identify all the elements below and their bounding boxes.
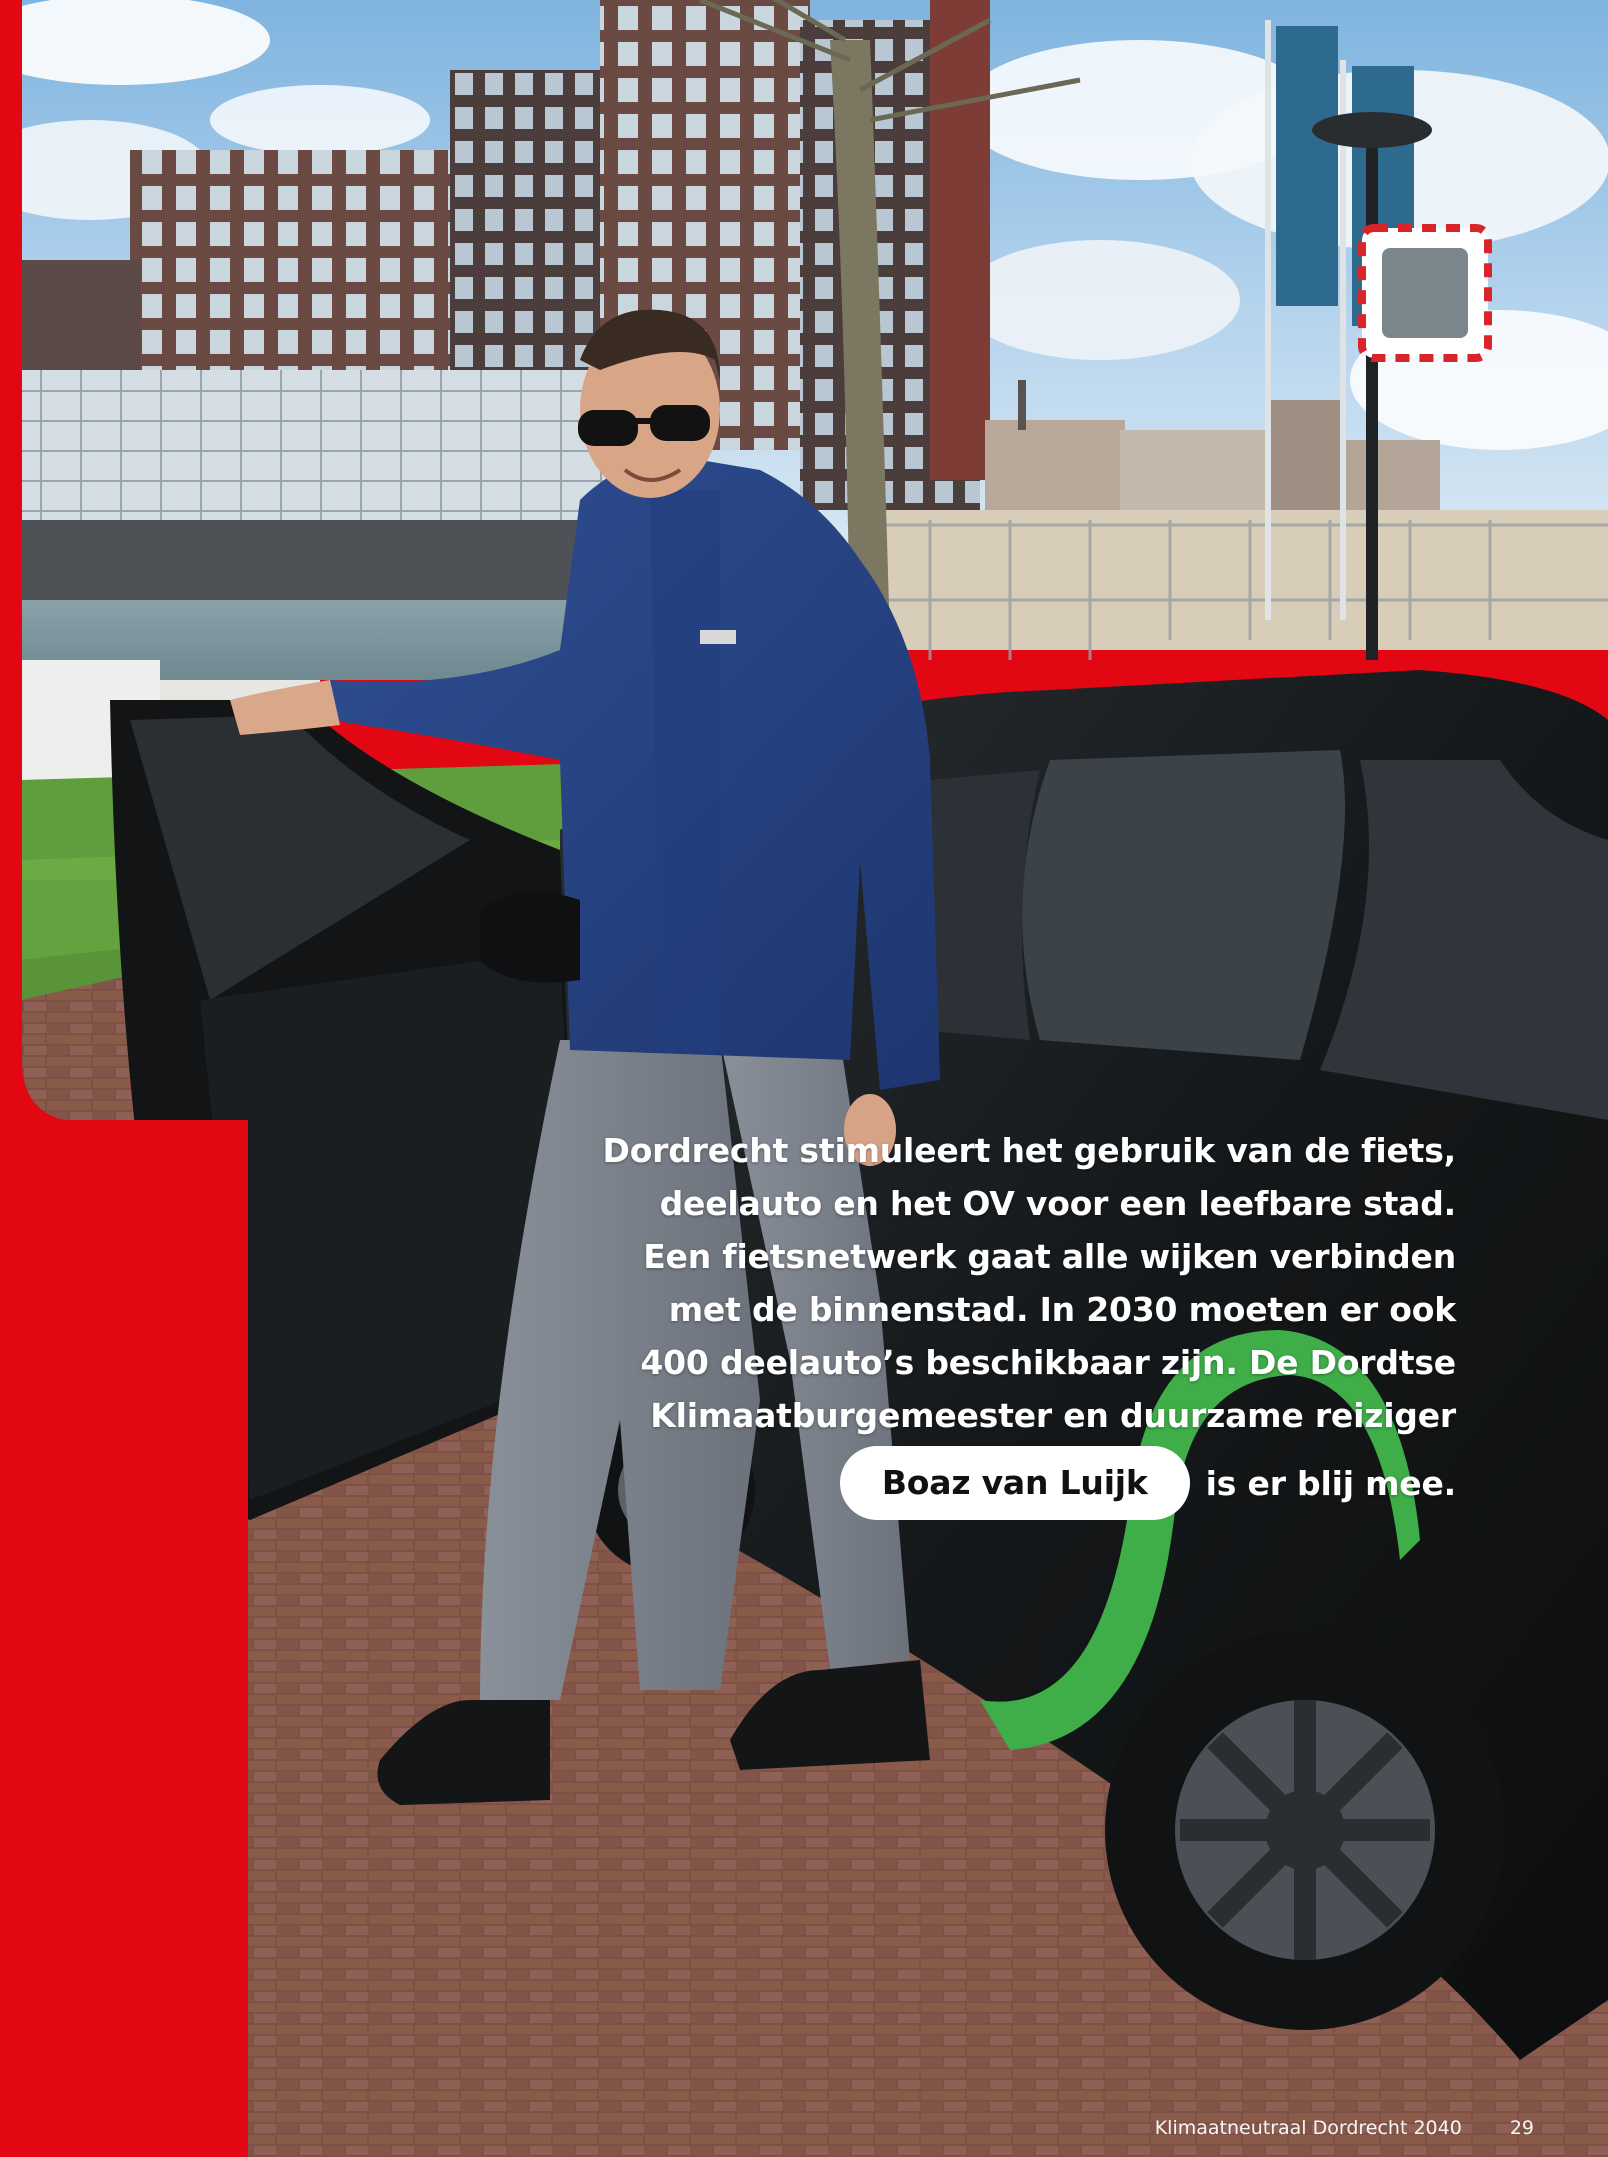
caption-line-2: deelauto en het OV voor een leefbare sta… — [659, 1184, 1457, 1223]
caption-line-3: Een fietsnetwerk gaat alle wijken verbin… — [643, 1237, 1456, 1276]
page-number: 29 — [1509, 2117, 1534, 2139]
magazine-page: Dordrecht stimuleert het gebruik van de … — [0, 0, 1608, 2157]
red-sidebar-top — [0, 0, 22, 1130]
caption-line-6: Klimaatburgemeester en duurzame reiziger — [650, 1396, 1456, 1435]
caption-last-line: Boaz van Luijk is er blij mee. — [536, 1446, 1456, 1520]
caption-tail: is er blij mee. — [1205, 1463, 1457, 1503]
photo-caption: Dordrecht stimuleert het gebruik van de … — [536, 1124, 1456, 1520]
caption-line-1: Dordrecht stimuleert het gebruik van de … — [602, 1131, 1457, 1170]
publication-title: Klimaatneutraal Dordrecht 2040 — [1154, 2117, 1462, 2139]
red-sidebar-bottom — [0, 1120, 248, 2157]
page-footer: Klimaatneutraal Dordrecht 2040 29 — [1155, 2117, 1534, 2139]
caption-line-5: 400 deelauto’s beschikbaar zijn. De Dord… — [640, 1343, 1456, 1382]
caption-line-4: met de binnenstad. In 2030 moeten er ook — [668, 1290, 1456, 1329]
name-badge: Boaz van Luijk — [839, 1446, 1190, 1520]
